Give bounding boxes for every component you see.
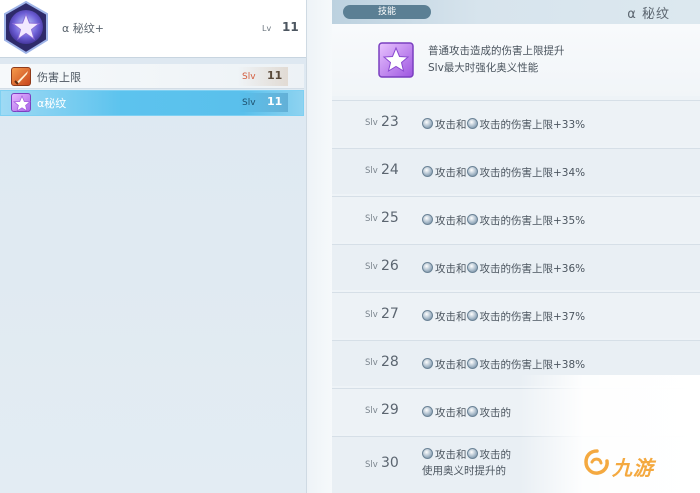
hero-lv-value: 11 xyxy=(282,20,299,34)
detail-title-bar: 技能 α 秘纹 xyxy=(332,0,700,24)
level-effect: 攻击和 攻击的伤害上限+35% xyxy=(422,213,585,228)
slv-value: 11 xyxy=(267,95,283,108)
attack-type-icon xyxy=(422,358,433,369)
skill-star-icon xyxy=(378,42,414,78)
attack-type-icon xyxy=(422,406,433,417)
attack-type-icon xyxy=(466,358,478,369)
skill-description-line1: 普通攻击造成的伤害上限提升 xyxy=(428,45,565,57)
hero-lv-label: Lv xyxy=(262,24,272,33)
slv-number: 24 xyxy=(381,162,399,178)
skill-description-line2: Slv最大时强化奥义性能 xyxy=(428,62,539,74)
level-effect: 攻击和 攻击的伤害上限+33% xyxy=(422,117,585,132)
slv-number: 30 xyxy=(381,455,399,471)
level-effect: 攻击和 攻击的伤害上限+36% xyxy=(422,261,585,276)
attack-type-icon xyxy=(466,262,478,273)
slv-label: Slv xyxy=(365,166,378,176)
watermark-text: 九游 xyxy=(612,456,654,480)
slv-number: 23 xyxy=(381,114,399,130)
attack-type-icon xyxy=(466,448,478,459)
slv-label: Slv xyxy=(365,358,378,368)
sword-icon xyxy=(11,67,31,86)
level-row: Slv 25 攻击和 攻击的伤害上限+35% xyxy=(332,196,700,242)
hero-header: α 秘纹+ Lv 11 xyxy=(0,0,306,58)
slv-value: 11 xyxy=(267,69,283,82)
skill-detail-title: α 秘纹 xyxy=(627,7,670,22)
level-row: Slv 26 攻击和 攻击的伤害上限+36% xyxy=(332,244,700,290)
slv-label: Slv xyxy=(365,214,378,224)
attack-type-icon xyxy=(466,166,478,177)
level-effect: 攻击和 攻击的伤害上限+38% xyxy=(422,357,585,372)
attack-type-icon xyxy=(466,118,478,129)
level-effect: 攻击和 攻击的 xyxy=(422,405,511,420)
watermark-logo-icon xyxy=(584,449,609,475)
tab-skill[interactable]: 技能 xyxy=(343,5,431,19)
skill-row-alpha-crest[interactable]: α秘纹 Slv 11 xyxy=(0,90,304,116)
skill-summary: 普通攻击造成的伤害上限提升 Slv最大时强化奥义性能 xyxy=(332,24,700,96)
slv-label: Slv xyxy=(242,98,256,108)
level-row: Slv 23 攻击和 攻击的伤害上限+33% xyxy=(332,100,700,146)
attack-type-icon xyxy=(422,118,433,129)
slv-label: Slv xyxy=(242,72,256,82)
level-row: Slv 24 攻击和 攻击的伤害上限+34% xyxy=(332,148,700,194)
attack-type-icon xyxy=(422,448,433,459)
hero-star-badge-icon xyxy=(4,0,48,55)
attack-type-icon xyxy=(466,310,478,321)
skill-list-panel: α 秘纹+ Lv 11 伤害上限 Slv 11 α秘纹 Slv 11 xyxy=(0,0,306,493)
level-effect: 攻击和 攻击的 xyxy=(422,447,511,462)
slv-number: 26 xyxy=(381,258,399,274)
slv-number: 29 xyxy=(381,402,399,418)
level-effect-line2: 使用奥义时提升的 xyxy=(422,465,506,477)
attack-type-icon xyxy=(466,214,478,225)
slv-label: Slv xyxy=(365,262,378,272)
slv-number: 27 xyxy=(381,306,399,322)
skill-row-label: α秘纹 xyxy=(37,97,67,110)
slv-number: 28 xyxy=(381,354,399,370)
slv-number: 25 xyxy=(381,210,399,226)
level-effect: 攻击和 攻击的伤害上限+37% xyxy=(422,309,585,324)
level-row: Slv 27 攻击和 攻击的伤害上限+37% xyxy=(332,292,700,338)
attack-type-icon xyxy=(422,166,433,177)
attack-type-icon xyxy=(422,214,433,225)
slv-label: Slv xyxy=(365,310,378,320)
slv-label: Slv xyxy=(365,460,378,470)
attack-type-icon xyxy=(422,262,433,273)
hero-skill-name: α 秘纹+ xyxy=(62,22,104,35)
attack-type-icon xyxy=(422,310,433,321)
panel-divider xyxy=(306,0,332,493)
star-icon xyxy=(11,93,32,112)
skill-row-label: 伤害上限 xyxy=(37,71,81,84)
level-effect: 攻击和 攻击的伤害上限+34% xyxy=(422,165,585,180)
skill-row-damage-cap[interactable]: 伤害上限 Slv 11 xyxy=(0,64,304,89)
attack-type-icon xyxy=(466,406,478,417)
slv-label: Slv xyxy=(365,406,378,416)
slv-label: Slv xyxy=(365,118,378,128)
